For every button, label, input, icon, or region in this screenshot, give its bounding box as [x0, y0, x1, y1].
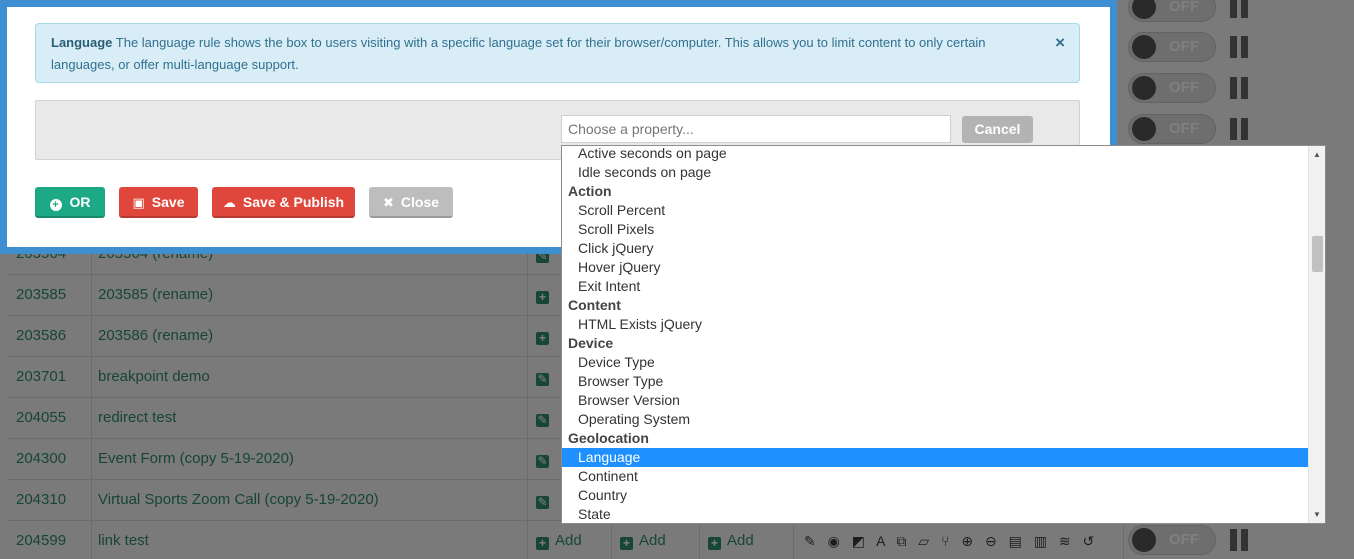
- save-publish-button[interactable]: ☁ Save & Publish: [212, 187, 355, 218]
- floppy-icon: ▣: [132, 195, 145, 210]
- save-button[interactable]: ▣ Save: [119, 187, 198, 218]
- or-button-label: OR: [69, 194, 91, 210]
- dropdown-option[interactable]: Scroll Pixels: [562, 220, 1309, 239]
- dropdown-option[interactable]: Browser Version: [562, 391, 1309, 410]
- dropdown-option[interactable]: Browser Type: [562, 372, 1309, 391]
- scroll-thumb[interactable]: [1312, 236, 1323, 272]
- scroll-down-icon[interactable]: ▼: [1309, 506, 1325, 523]
- dropdown-option[interactable]: Language: [562, 448, 1309, 467]
- save-publish-label: Save & Publish: [242, 194, 345, 210]
- close-icon[interactable]: ×: [1055, 32, 1065, 54]
- property-select[interactable]: [561, 115, 951, 143]
- dropdown-scrollbar[interactable]: ▲ ▼: [1308, 146, 1325, 523]
- dropdown-group-label: Content: [568, 297, 621, 313]
- dropdown-group-label: Device: [568, 335, 614, 351]
- dropdown-option[interactable]: Hover jQuery: [562, 258, 1309, 277]
- dropdown-option[interactable]: Continent: [562, 467, 1309, 486]
- dropdown-option[interactable]: Click jQuery: [562, 239, 1309, 258]
- alert-title: Language: [51, 35, 113, 50]
- dropdown-option[interactable]: Country: [562, 486, 1309, 505]
- info-alert: Language The language rule shows the box…: [35, 23, 1080, 83]
- dropdown-option[interactable]: HTML Exists jQuery: [562, 315, 1309, 334]
- dropdown-group-label: Geolocation: [568, 430, 649, 446]
- dropdown-group-label: Action: [568, 183, 612, 199]
- dropdown-option[interactable]: Operating System: [562, 410, 1309, 429]
- dropdown-option[interactable]: State: [562, 505, 1309, 523]
- scroll-up-icon[interactable]: ▲: [1309, 146, 1325, 163]
- property-dropdown[interactable]: State Country Continent Language Geolocation…: [561, 145, 1326, 524]
- close-button[interactable]: ✖ Close: [369, 187, 453, 218]
- dropdown-option[interactable]: Idle seconds on page: [562, 163, 1309, 182]
- x-icon: ✖: [382, 195, 394, 210]
- dropdown-option[interactable]: Scroll Percent: [562, 201, 1309, 220]
- plus-circle-icon: +: [49, 199, 62, 211]
- dropdown-option[interactable]: Device Type: [562, 353, 1309, 372]
- dropdown-option[interactable]: Active seconds on page: [562, 146, 1309, 163]
- cancel-button[interactable]: Cancel: [962, 116, 1033, 143]
- dropdown-option[interactable]: Exit Intent: [562, 277, 1309, 296]
- cloud-upload-icon: ☁: [222, 195, 236, 210]
- alert-text: The language rule shows the box to users…: [51, 35, 986, 72]
- close-button-label: Close: [400, 194, 440, 210]
- save-button-label: Save: [151, 194, 185, 210]
- or-button[interactable]: + OR: [35, 187, 105, 218]
